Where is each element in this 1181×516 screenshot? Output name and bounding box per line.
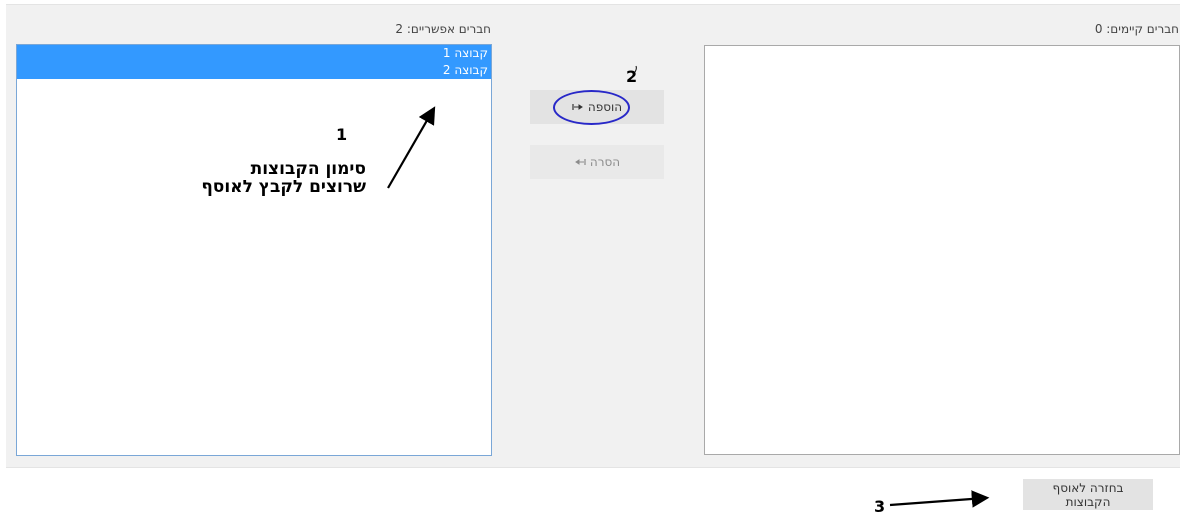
potential-members-list[interactable]: קבוצה 1 קבוצה 2: [16, 44, 492, 456]
arrow-left-icon: [574, 155, 586, 169]
step-1-instruction: סימון הקבוצות שרוצים לקבץ לאוסף: [201, 159, 366, 197]
step-3-number: 3: [874, 497, 886, 516]
potential-members-heading: חברים אפשריים: 2: [395, 22, 491, 36]
list-item[interactable]: קבוצה 2: [17, 62, 491, 79]
step-1-number: 1: [336, 125, 348, 144]
back-to-groups-button[interactable]: בחזרה לאוסף הקבוצות: [1023, 479, 1153, 510]
highlight-circle: [553, 90, 630, 125]
list-item[interactable]: קבוצה 1: [17, 45, 491, 62]
arrow-to-back-button: [889, 490, 990, 508]
remove-button[interactable]: הסרה: [530, 145, 664, 179]
step-2-number: 2: [626, 67, 638, 86]
remove-button-label: הסרה: [589, 155, 621, 169]
existing-members-list[interactable]: [704, 45, 1180, 455]
existing-members-heading: חברים קיימים: 0: [1094, 22, 1179, 36]
